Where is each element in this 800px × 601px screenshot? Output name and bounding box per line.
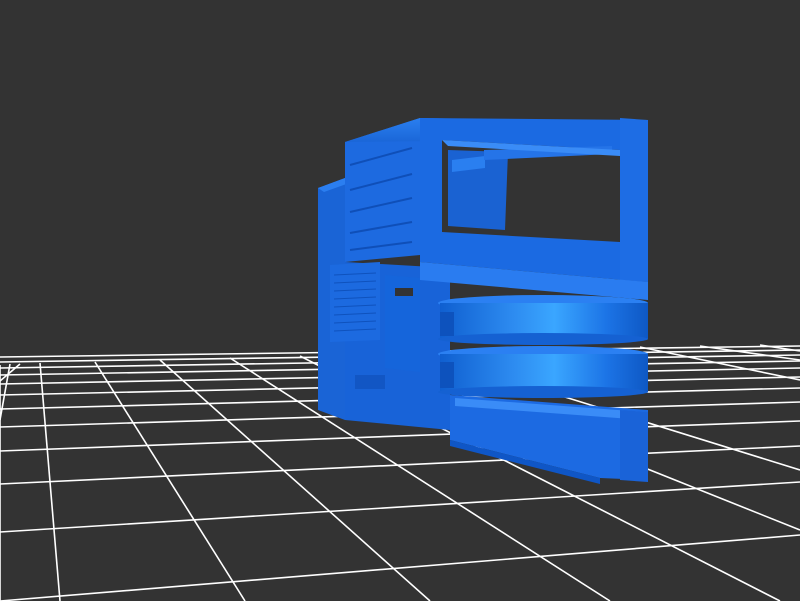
scene-canvas[interactable] — [0, 0, 800, 601]
model-lower-tab — [355, 375, 385, 389]
model-ring-upper — [438, 295, 648, 345]
model-ring-lower — [438, 346, 648, 398]
model-clamp-end — [620, 410, 648, 482]
model-lower-slot — [395, 288, 413, 296]
model-right-pillar — [620, 118, 648, 282]
3d-viewport[interactable] — [0, 0, 800, 601]
